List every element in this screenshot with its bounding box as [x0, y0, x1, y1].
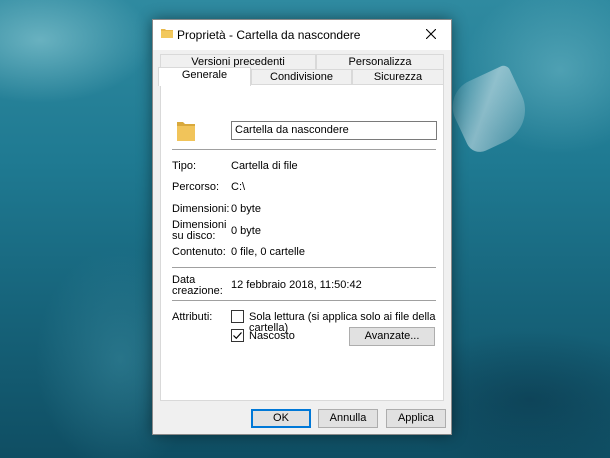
- tab-generale[interactable]: Generale: [158, 67, 251, 86]
- contents-label: Contenuto:: [172, 246, 226, 258]
- tab-label: Generale: [181, 69, 228, 81]
- separator: [172, 267, 436, 268]
- ok-button[interactable]: OK: [251, 409, 311, 428]
- general-tab-panel: Cartella da nascondere Tipo: Cartella di…: [160, 84, 444, 401]
- separator: [172, 300, 436, 301]
- tab-sicurezza[interactable]: Sicurezza: [352, 69, 444, 85]
- path-value: C:\: [231, 181, 246, 193]
- type-value: Cartella di file: [231, 160, 298, 172]
- tab-label: Sicurezza: [373, 71, 423, 83]
- size-label: Dimensioni:: [172, 203, 230, 215]
- created-label-line2: creazione:: [172, 285, 223, 297]
- hidden-label[interactable]: Nascosto: [249, 331, 295, 342]
- disk-size-value: 0 byte: [231, 225, 261, 237]
- size-value: 0 byte: [231, 203, 261, 215]
- hidden-checkbox[interactable]: [231, 329, 244, 342]
- type-label: Tipo:: [172, 160, 197, 172]
- tab-label: Condivisione: [270, 71, 333, 83]
- advanced-button[interactable]: Avanzate...: [349, 327, 435, 346]
- tab-condivisione[interactable]: Condivisione: [251, 69, 352, 85]
- folder-name-input[interactable]: Cartella da nascondere: [231, 121, 437, 140]
- readonly-checkbox[interactable]: [231, 310, 244, 323]
- separator: [172, 149, 436, 150]
- created-value: 12 febbraio 2018, 11:50:42: [231, 279, 362, 291]
- folder-icon: [161, 28, 173, 38]
- close-button[interactable]: [411, 20, 451, 50]
- tab-label: Personalizza: [348, 56, 412, 68]
- tab-personalizza[interactable]: Personalizza: [316, 54, 444, 70]
- properties-dialog: Proprietà - Cartella da nascondere Versi…: [152, 19, 452, 435]
- check-icon: [233, 332, 242, 340]
- folder-icon: [176, 120, 196, 142]
- cancel-button[interactable]: Annulla: [318, 409, 378, 428]
- title-bar[interactable]: Proprietà - Cartella da nascondere: [153, 20, 451, 50]
- apply-button[interactable]: Applica: [386, 409, 446, 428]
- attributes-label: Attributi:: [172, 311, 213, 323]
- close-icon: [425, 28, 437, 42]
- disk-size-label-line2: su disco:: [172, 230, 216, 242]
- contents-value: 0 file, 0 cartelle: [231, 246, 305, 258]
- path-label: Percorso:: [172, 181, 220, 193]
- window-title: Proprietà - Cartella da nascondere: [177, 28, 361, 42]
